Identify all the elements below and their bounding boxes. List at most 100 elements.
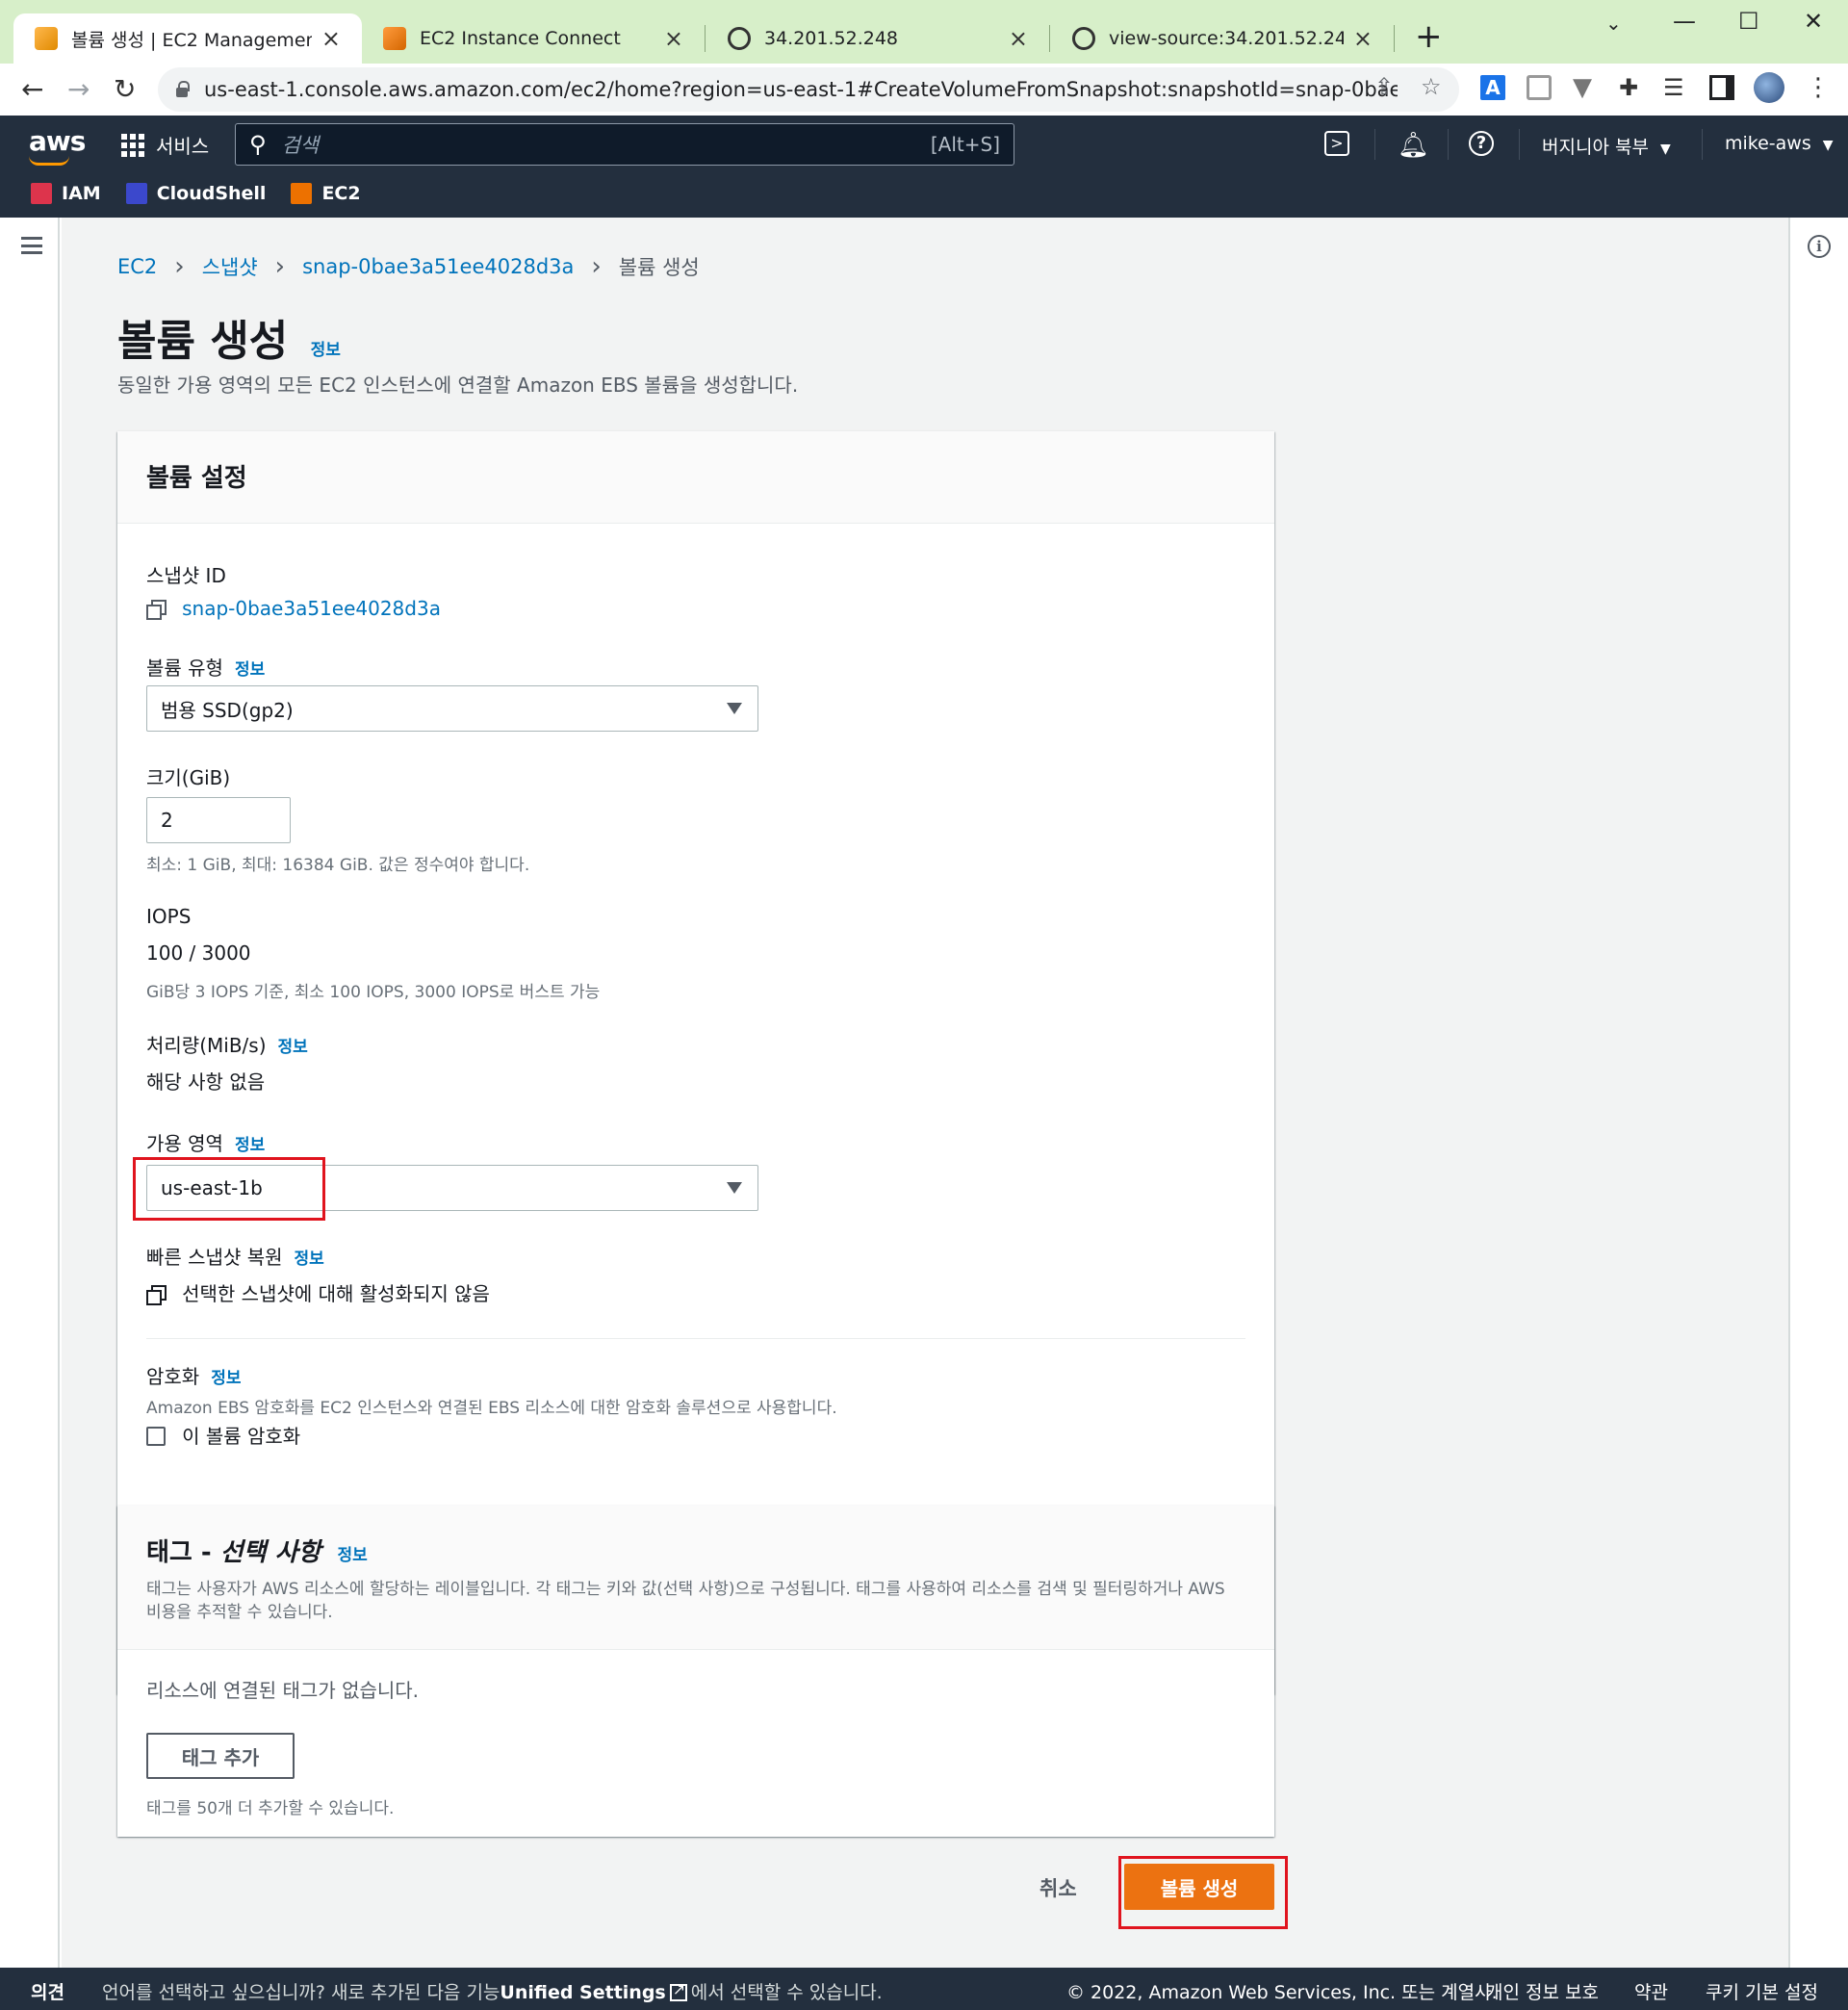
- browser-tab[interactable]: 34.201.52.248 ×: [706, 13, 1049, 64]
- encrypt-volume-option[interactable]: 이 볼륨 암호화: [146, 1421, 300, 1449]
- breadcrumb-snapshot-id[interactable]: snap-0bae3a51ee4028d3a: [302, 255, 574, 278]
- page-description: 동일한 가용 영역의 모든 EC2 인스턴스에 연결할 Amazon EBS 볼…: [117, 374, 799, 397]
- tags-info-link[interactable]: 정보: [338, 1546, 368, 1565]
- reading-list-icon[interactable]: ☰: [1663, 75, 1688, 100]
- availability-zone-value: us-east-1b: [161, 1176, 263, 1199]
- tab-close-icon[interactable]: ×: [1353, 25, 1373, 52]
- right-tools-rail: i: [1788, 218, 1848, 1968]
- copy-icon: [146, 1285, 167, 1305]
- privacy-link[interactable]: 개인 정보 보호: [1486, 1978, 1599, 2004]
- search-input[interactable]: ⚲ 검색 [Alt+S]: [235, 123, 1014, 166]
- unified-settings-link[interactable]: Unified Settings: [500, 1982, 665, 2003]
- volume-type-info-link[interactable]: 정보: [235, 660, 265, 680]
- iops-value: 100 / 3000: [146, 941, 251, 965]
- page-info-link[interactable]: 정보: [311, 341, 341, 360]
- favorite-label: IAM: [62, 183, 101, 204]
- minimize-icon[interactable]: —: [1673, 8, 1696, 35]
- window-close-icon[interactable]: ✕: [1804, 8, 1823, 35]
- tags-empty-message: 리소스에 연결된 태그가 없습니다.: [146, 1679, 420, 1702]
- add-tag-button[interactable]: 태그 추가: [146, 1733, 295, 1779]
- maximize-icon[interactable]: ☐: [1738, 8, 1759, 35]
- language-notice: 언어를 선택하고 싶으십니까? 새로 추가된 다음 기능Unified Sett…: [102, 1978, 883, 2004]
- help-icon[interactable]: ?: [1469, 131, 1494, 156]
- address-bar[interactable]: us-east-1.console.aws.amazon.com/ec2/hom…: [158, 67, 1459, 112]
- browser-tab[interactable]: EC2 Instance Connect ×: [362, 13, 705, 64]
- throughput-info-link[interactable]: 정보: [278, 1038, 308, 1057]
- bookmark-star-icon[interactable]: ☆: [1421, 73, 1442, 100]
- snapshot-id-label: 스냅샷 ID: [146, 564, 226, 587]
- favorite-iam[interactable]: IAM: [31, 183, 101, 204]
- side-panel-icon[interactable]: [1709, 75, 1734, 100]
- iops-label: IOPS: [146, 905, 192, 928]
- favorite-cloudshell[interactable]: CloudShell: [125, 183, 266, 204]
- tab-close-icon[interactable]: ×: [321, 25, 341, 52]
- availability-zone-label: 가용 영역 정보: [146, 1128, 265, 1156]
- volume-type-value: 범용 SSD(gp2): [161, 698, 294, 722]
- vpn-extension-icon[interactable]: ▼: [1573, 75, 1598, 100]
- browser-toolbar: ← → ↻ us-east-1.console.aws.amazon.com/e…: [0, 64, 1848, 116]
- browser-tab[interactable]: view-source:34.201.52.248 ×: [1051, 13, 1394, 64]
- throughput-label: 처리량(MiB/s) 정보: [146, 1030, 308, 1058]
- forward-icon[interactable]: →: [67, 73, 90, 105]
- translate-extension-icon[interactable]: A: [1480, 75, 1505, 100]
- volume-type-select[interactable]: 범용 SSD(gp2): [146, 685, 758, 732]
- globe-icon: [728, 27, 751, 50]
- availability-zone-label-text: 가용 영역: [146, 1132, 223, 1155]
- chevron-right-icon: ›: [174, 252, 185, 281]
- cookie-preferences-link[interactable]: 쿠키 기본 설정: [1706, 1978, 1818, 2004]
- aws-logo-smile: [29, 156, 69, 166]
- favorite-ec2[interactable]: EC2: [291, 183, 361, 204]
- encrypt-volume-checkbox[interactable]: [146, 1427, 166, 1446]
- aws-top-nav: aws 서비스 ⚲ 검색 [Alt+S] > 🔔︎ ? 버지니아 북부 ▼ mi…: [0, 116, 1848, 218]
- create-volume-button[interactable]: 볼륨 생성: [1124, 1864, 1274, 1910]
- terms-link[interactable]: 약관: [1634, 1978, 1668, 2004]
- browser-tab-active[interactable]: 볼륨 생성 | EC2 Management C ×: [13, 13, 362, 64]
- favorites-bar: IAM CloudShell EC2: [31, 183, 386, 204]
- chevron-right-icon: ›: [591, 252, 602, 281]
- encryption-info-link[interactable]: 정보: [211, 1369, 241, 1388]
- share-icon[interactable]: ⇪: [1374, 73, 1394, 100]
- info-panel-icon[interactable]: i: [1808, 235, 1831, 258]
- feedback-link[interactable]: 의견: [31, 1978, 64, 2004]
- breadcrumb-ec2[interactable]: EC2: [117, 255, 157, 278]
- size-hint: 최소: 1 GiB, 최대: 16384 GiB. 값은 정수여야 합니다.: [146, 856, 530, 875]
- browser-tab-strip: 볼륨 생성 | EC2 Management C × EC2 Instance …: [0, 0, 1848, 64]
- reload-icon[interactable]: ↻: [114, 73, 136, 105]
- new-tab-icon[interactable]: +: [1415, 17, 1443, 56]
- left-nav-rail: [0, 218, 60, 1968]
- tab-close-icon[interactable]: ×: [1009, 25, 1028, 52]
- aws-logo[interactable]: aws: [29, 125, 86, 157]
- region-selector[interactable]: 버지니아 북부 ▼: [1542, 133, 1671, 159]
- volume-type-label-text: 볼륨 유형: [146, 657, 223, 680]
- tab-search-icon[interactable]: ⌄: [1605, 12, 1622, 35]
- fast-restore-info-link[interactable]: 정보: [295, 1250, 324, 1269]
- availability-zone-info-link[interactable]: 정보: [235, 1136, 265, 1155]
- browser-menu-icon[interactable]: ⋮: [1806, 75, 1831, 100]
- availability-zone-select[interactable]: us-east-1b: [146, 1165, 758, 1211]
- hamburger-menu-icon[interactable]: [21, 237, 42, 254]
- grid-icon: [121, 133, 144, 157]
- region-label: 버지니아 북부: [1542, 137, 1649, 158]
- encrypt-volume-label: 이 볼륨 암호화: [182, 1425, 301, 1448]
- breadcrumb-snapshots[interactable]: 스냅샷: [202, 252, 258, 281]
- account-menu[interactable]: mike-aws ▼: [1725, 133, 1834, 154]
- aws-cube-icon: [35, 27, 58, 50]
- size-input[interactable]: 2: [146, 797, 291, 843]
- notification-bell-icon[interactable]: 🔔︎: [1398, 131, 1429, 160]
- profile-avatar[interactable]: [1754, 72, 1784, 103]
- cast-extension-icon[interactable]: [1527, 75, 1552, 100]
- puzzle-icon[interactable]: ✚: [1619, 75, 1644, 100]
- tab-close-icon[interactable]: ×: [664, 25, 683, 52]
- snapshot-id-link[interactable]: snap-0bae3a51ee4028d3a: [182, 597, 441, 620]
- cancel-button[interactable]: 취소: [1040, 1873, 1077, 1902]
- lock-icon: [175, 81, 190, 98]
- back-icon[interactable]: ←: [21, 73, 43, 105]
- size-label: 크기(GiB): [146, 766, 231, 789]
- volume-type-label: 볼륨 유형 정보: [146, 653, 265, 681]
- copy-icon[interactable]: [146, 600, 167, 620]
- tab-title: 볼륨 생성 | EC2 Management C: [71, 29, 312, 51]
- copyright-text: © 2022, Amazon Web Services, Inc. 또는 계열사…: [1066, 1982, 1498, 2003]
- language-notice-prefix: 언어를 선택하고 싶으십니까? 새로 추가된 다음 기능: [102, 1982, 500, 2003]
- cloudshell-icon[interactable]: >: [1324, 131, 1349, 156]
- services-menu[interactable]: 서비스: [121, 131, 209, 159]
